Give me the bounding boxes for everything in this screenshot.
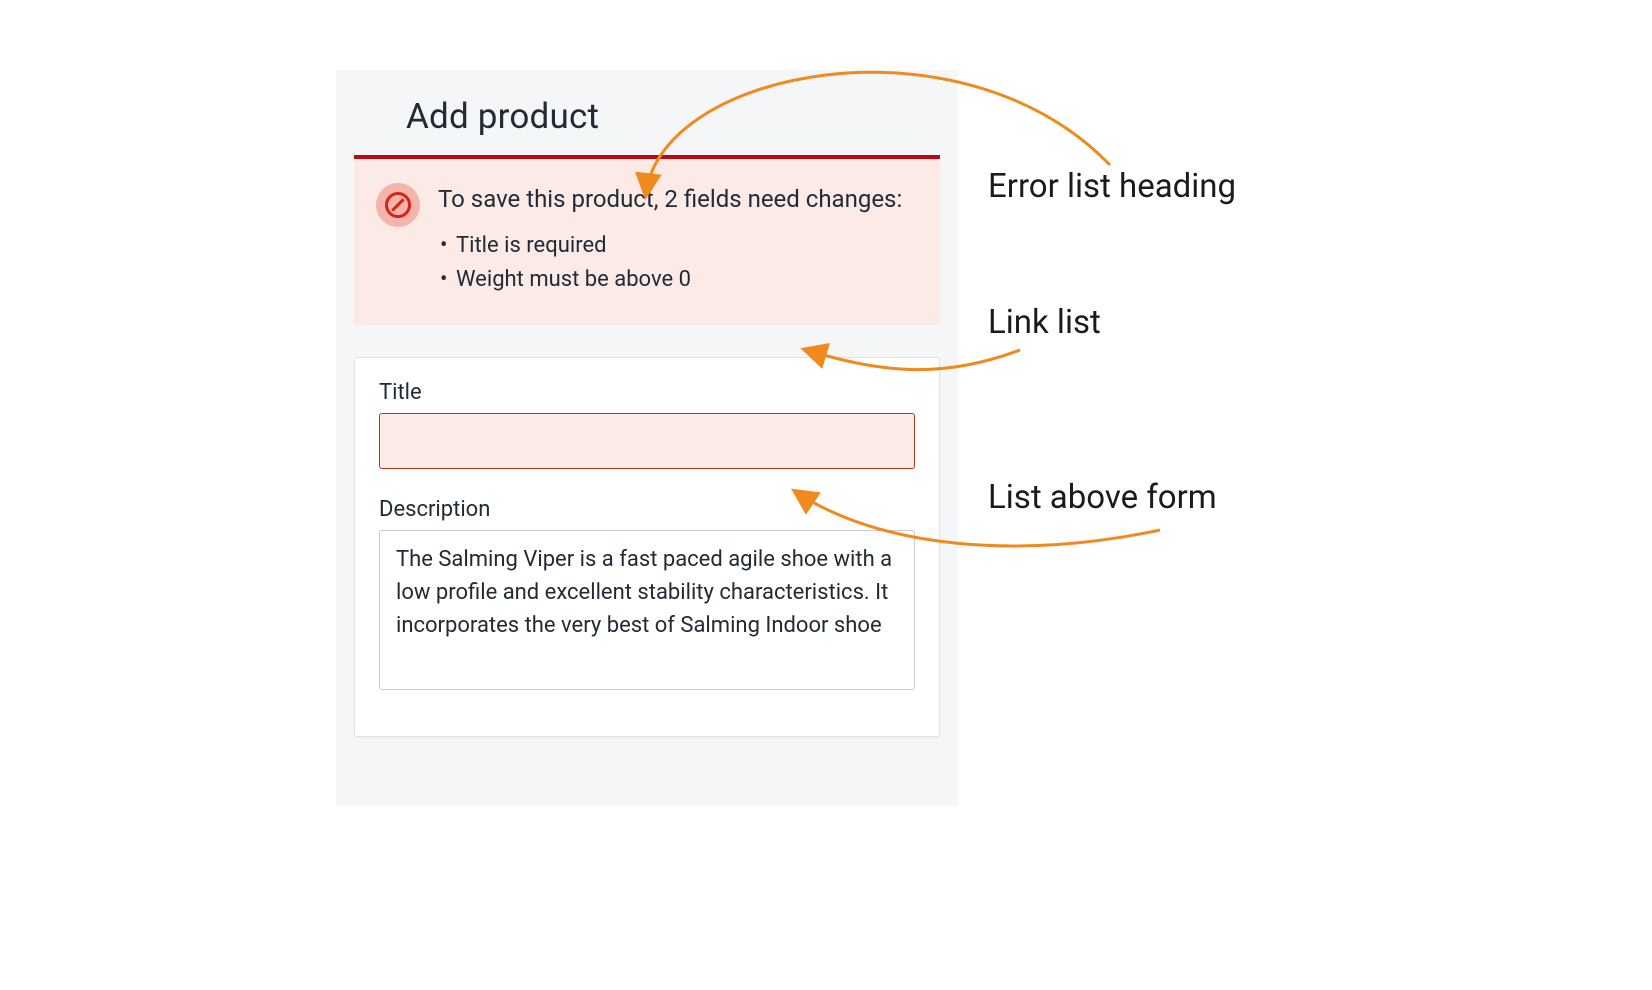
error-item[interactable]: Weight must be above 0: [456, 263, 902, 297]
error-banner: To save this product, 2 fields need chan…: [354, 155, 940, 325]
title-label: Title: [379, 380, 915, 405]
error-list: Title is required Weight must be above 0: [438, 229, 902, 297]
description-textarea[interactable]: [379, 530, 915, 690]
title-input[interactable]: [379, 413, 915, 469]
diagram-stage: Add product To save this product, 2 fiel…: [0, 0, 1652, 990]
page-title: Add product: [336, 70, 958, 155]
error-item[interactable]: Title is required: [456, 229, 902, 263]
description-group: Description: [379, 497, 915, 694]
error-text: To save this product, 2 fields need chan…: [438, 183, 902, 297]
annotation-error-list-heading: Error list heading: [988, 167, 1236, 206]
annotation-link-list: Link list: [988, 303, 1101, 342]
field-card: Title Description: [354, 357, 940, 737]
annotation-list-above-form: List above form: [988, 478, 1217, 517]
form-panel: Add product To save this product, 2 fiel…: [336, 70, 958, 806]
prohibited-icon: [385, 192, 411, 218]
error-icon-wrap: [376, 183, 420, 227]
error-heading: To save this product, 2 fields need chan…: [438, 183, 902, 217]
description-label: Description: [379, 497, 915, 522]
